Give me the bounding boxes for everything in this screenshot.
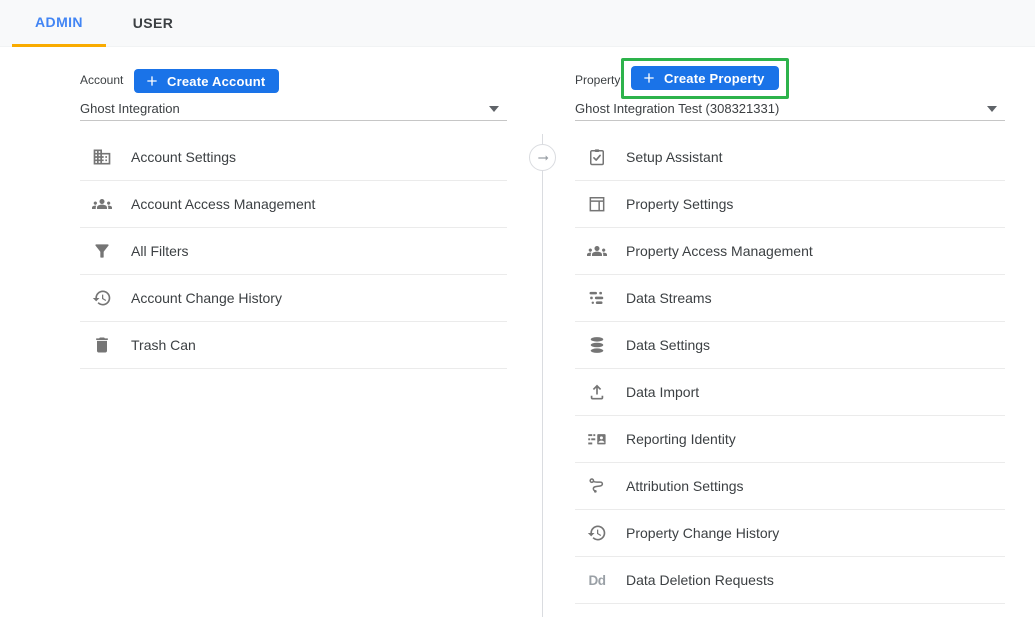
create-property-button[interactable]: Create Property — [631, 66, 779, 90]
property-menu: Setup Assistant Property Settings Proper… — [575, 134, 1005, 604]
data-streams-icon — [587, 288, 607, 308]
property-label: Property — [575, 73, 620, 87]
create-account-label: Create Account — [167, 74, 265, 89]
menu-item-label: Reporting Identity — [626, 431, 736, 447]
menu-item-data-streams[interactable]: Data Streams — [575, 275, 1005, 322]
database-icon — [587, 335, 607, 355]
property-selector[interactable]: Ghost Integration Test (308321331) — [575, 100, 1005, 121]
plus-icon — [144, 73, 160, 89]
menu-item-account-settings[interactable]: Account Settings — [80, 134, 507, 181]
menu-item-label: Data Import — [626, 384, 699, 400]
plus-icon — [641, 70, 657, 86]
tab-admin[interactable]: ADMIN — [12, 0, 106, 47]
account-selector[interactable]: Ghost Integration — [80, 100, 507, 121]
menu-item-trash-can[interactable]: Trash Can — [80, 322, 507, 369]
menu-item-label: Property Change History — [626, 525, 779, 541]
arrow-right-icon — [535, 150, 551, 166]
tab-user[interactable]: USER — [106, 0, 200, 47]
menu-item-label: Data Streams — [626, 290, 712, 306]
people-icon — [587, 241, 607, 261]
menu-item-property-access-management[interactable]: Property Access Management — [575, 228, 1005, 275]
menu-item-label: Account Access Management — [131, 196, 315, 212]
highlight-annotation-box: Create Property — [621, 58, 789, 99]
menu-item-attribution-settings[interactable]: Attribution Settings — [575, 463, 1005, 510]
menu-item-data-settings[interactable]: Data Settings — [575, 322, 1005, 369]
create-property-label: Create Property — [664, 71, 765, 86]
menu-item-all-filters[interactable]: All Filters — [80, 228, 507, 275]
menu-item-label: Data Settings — [626, 337, 710, 353]
move-to-property-button[interactable] — [529, 144, 556, 171]
attribution-path-icon — [587, 476, 607, 496]
menu-item-account-change-history[interactable]: Account Change History — [80, 275, 507, 322]
menu-item-account-access-management[interactable]: Account Access Management — [80, 181, 507, 228]
menu-item-label: Property Access Management — [626, 243, 813, 259]
building-icon — [92, 147, 112, 167]
filter-icon — [92, 241, 112, 261]
upload-icon — [587, 382, 607, 402]
account-label: Account — [80, 73, 123, 87]
layout-icon — [587, 194, 607, 214]
menu-item-label: Account Change History — [131, 290, 282, 306]
menu-item-data-import[interactable]: Data Import — [575, 369, 1005, 416]
account-selector-value: Ghost Integration — [80, 101, 180, 116]
create-account-button[interactable]: Create Account — [134, 69, 279, 93]
menu-item-label: Account Settings — [131, 149, 236, 165]
setup-assistant-icon — [587, 147, 607, 167]
column-divider — [542, 134, 543, 617]
tab-bar: ADMIN USER — [0, 0, 1035, 47]
account-menu: Account Settings Account Access Manageme… — [80, 134, 507, 369]
menu-item-label: Data Deletion Requests — [626, 572, 774, 588]
history-icon — [92, 288, 112, 308]
dropdown-arrow-icon — [489, 106, 499, 112]
dropdown-arrow-icon — [987, 106, 997, 112]
menu-item-label: All Filters — [131, 243, 189, 259]
property-selector-value: Ghost Integration Test (308321331) — [575, 101, 779, 116]
trash-icon — [92, 335, 112, 355]
menu-item-label: Attribution Settings — [626, 478, 744, 494]
menu-item-reporting-identity[interactable]: Reporting Identity — [575, 416, 1005, 463]
identity-card-icon — [587, 429, 607, 449]
menu-item-label: Trash Can — [131, 337, 196, 353]
history-icon — [587, 523, 607, 543]
menu-item-property-change-history[interactable]: Property Change History — [575, 510, 1005, 557]
menu-item-property-settings[interactable]: Property Settings — [575, 181, 1005, 228]
people-icon — [92, 194, 112, 214]
menu-item-data-deletion-requests[interactable]: Dd Data Deletion Requests — [575, 557, 1005, 604]
menu-item-setup-assistant[interactable]: Setup Assistant — [575, 134, 1005, 181]
menu-item-label: Property Settings — [626, 196, 733, 212]
menu-item-label: Setup Assistant — [626, 149, 723, 165]
data-deletion-dd-icon: Dd — [587, 570, 607, 590]
